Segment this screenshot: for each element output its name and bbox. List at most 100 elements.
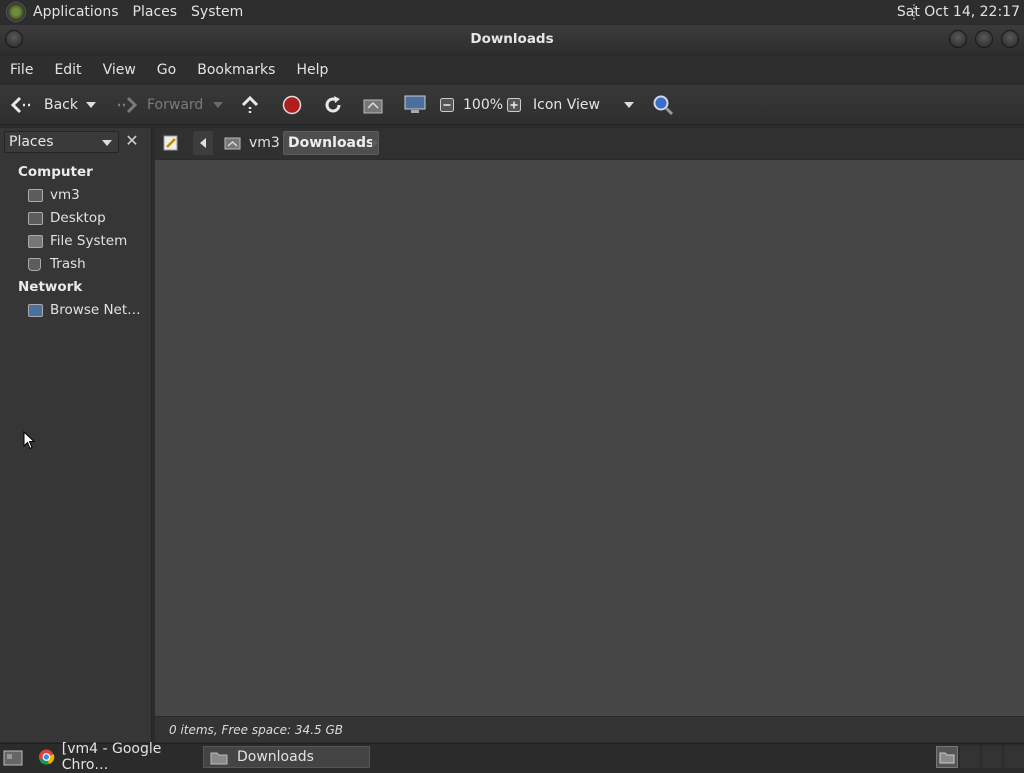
chrome-icon: [38, 749, 55, 765]
workspace-2[interactable]: [960, 746, 980, 768]
sidebar-section-computer: Computer: [18, 164, 93, 180]
zoom-out-icon: [440, 98, 454, 112]
sidebar-item-label: vm3: [50, 187, 80, 203]
sidebar-section-network: Network: [18, 279, 83, 295]
view-mode-select[interactable]: Icon View: [533, 85, 637, 125]
maximize-button[interactable]: [975, 30, 993, 48]
forward-arrow-icon: [118, 96, 138, 114]
workspace-1[interactable]: [936, 746, 958, 768]
chevron-down-icon: [213, 102, 223, 108]
computer-icon: [404, 95, 426, 113]
file-view[interactable]: [155, 160, 1024, 716]
top-panel: Applications Places System Sat Oct 14, 2…: [0, 0, 1024, 24]
task-label: [vm4 - Google Chro…: [61, 741, 162, 773]
folder-icon: [210, 752, 228, 764]
mouse-pointer-icon: [23, 431, 35, 450]
sidebar-item-file-system[interactable]: File System: [28, 231, 127, 251]
chevron-left-icon: [200, 138, 206, 148]
chevron-down-icon: [102, 140, 112, 146]
applications-menu[interactable]: Applications: [26, 4, 126, 20]
home-button[interactable]: [363, 85, 383, 125]
crumb-downloads[interactable]: Downloads: [283, 131, 380, 155]
close-button[interactable]: [1001, 30, 1019, 48]
back-arrow-icon: [10, 96, 30, 114]
task-downloads[interactable]: Downloads: [203, 746, 370, 768]
back-label: Back: [44, 97, 78, 113]
forward-button[interactable]: Forward: [114, 85, 203, 125]
task-label: Downloads: [237, 749, 314, 765]
task-chrome[interactable]: [vm4 - Google Chro…: [32, 741, 202, 773]
edit-location-icon: [163, 135, 178, 151]
drive-icon: [28, 234, 43, 248]
workspace-4[interactable]: [1004, 746, 1024, 768]
crumb-scroll-right-button[interactable]: [367, 131, 383, 155]
up-arrow-icon: [241, 95, 259, 113]
menu-bookmarks[interactable]: Bookmarks: [187, 62, 286, 78]
view-mode-label: Icon View: [533, 97, 600, 113]
show-desktop-button[interactable]: [0, 746, 23, 768]
desktop-folder-icon: [28, 211, 43, 225]
distro-logo-icon[interactable]: [6, 2, 26, 22]
sidebar-pane-selector[interactable]: Places: [4, 131, 119, 153]
show-desktop-icon: [3, 750, 23, 766]
workspace-3[interactable]: [982, 746, 1002, 768]
menu-go[interactable]: Go: [147, 62, 187, 78]
menu-edit[interactable]: Edit: [44, 62, 92, 78]
sidebar-item-label: Desktop: [50, 210, 106, 226]
zoom-in-icon: [507, 98, 521, 112]
forward-label: Forward: [147, 97, 204, 113]
search-button[interactable]: [652, 85, 674, 125]
minimize-button[interactable]: [949, 30, 967, 48]
reload-button[interactable]: [322, 85, 344, 125]
toolbar: Back Forward 100% Icon View: [0, 85, 1024, 125]
search-icon: [653, 95, 674, 116]
status-text: 0 items, Free space: 34.5 GB: [169, 723, 343, 737]
toggle-location-entry-button[interactable]: [158, 131, 184, 155]
trash-icon: [28, 257, 41, 271]
clock[interactable]: Sat Oct 14, 22:17: [897, 0, 1020, 24]
window-menu-button[interactable]: [5, 30, 23, 48]
window-titlebar[interactable]: Downloads: [0, 25, 1024, 54]
chevron-down-icon: [624, 102, 634, 108]
sidebar-item-browse-network[interactable]: Browse Net…: [28, 300, 141, 320]
reload-icon: [325, 96, 341, 113]
sidebar-item-label: Trash: [50, 256, 86, 272]
zoom-out-button[interactable]: [440, 85, 454, 125]
stop-icon: [282, 95, 302, 115]
menu-view[interactable]: View: [93, 62, 147, 78]
sidebar-item-desktop[interactable]: Desktop: [28, 208, 106, 228]
system-menu[interactable]: System: [184, 4, 250, 20]
back-button[interactable]: Back: [10, 85, 78, 125]
stop-button[interactable]: [282, 85, 302, 125]
location-bar: vm3 Downloads: [155, 128, 1024, 159]
sidebar-item-label: Browse Net…: [50, 302, 141, 318]
up-button[interactable]: [240, 85, 260, 125]
computer-button[interactable]: [404, 85, 426, 125]
folder-icon: [939, 752, 955, 764]
zoom-level[interactable]: 100%: [463, 85, 503, 125]
home-folder-icon: [28, 188, 43, 202]
chevron-right-icon: [372, 138, 378, 148]
crumb-label: vm3: [249, 135, 280, 151]
sidebar-item-trash[interactable]: Trash: [28, 254, 86, 274]
places-menu[interactable]: Places: [126, 4, 185, 20]
sidebar-pane-selector-label: Places: [9, 134, 54, 150]
home-folder-icon: [363, 99, 383, 114]
window-title: Downloads: [470, 31, 554, 47]
taskbar: [vm4 - Google Chro… Downloads: [0, 741, 1024, 773]
sidebar-item-vm3[interactable]: vm3: [28, 185, 80, 205]
crumb-scroll-left-button[interactable]: [193, 131, 213, 155]
network-icon: [28, 303, 43, 317]
menu-help[interactable]: Help: [286, 62, 339, 78]
menu-file[interactable]: File: [0, 62, 44, 78]
sidebar-item-label: File System: [50, 233, 128, 249]
crumb-label: Downloads: [288, 135, 375, 151]
chevron-down-icon: [86, 102, 96, 108]
home-folder-icon: [224, 137, 241, 150]
crumb-vm3[interactable]: vm3: [220, 131, 284, 155]
menubar: File Edit View Go Bookmarks Help: [0, 56, 1024, 83]
zoom-in-button[interactable]: [507, 85, 521, 125]
forward-history-dropdown[interactable]: [213, 85, 223, 125]
back-history-dropdown[interactable]: [86, 85, 96, 125]
close-icon[interactable]: ✕: [124, 133, 140, 149]
